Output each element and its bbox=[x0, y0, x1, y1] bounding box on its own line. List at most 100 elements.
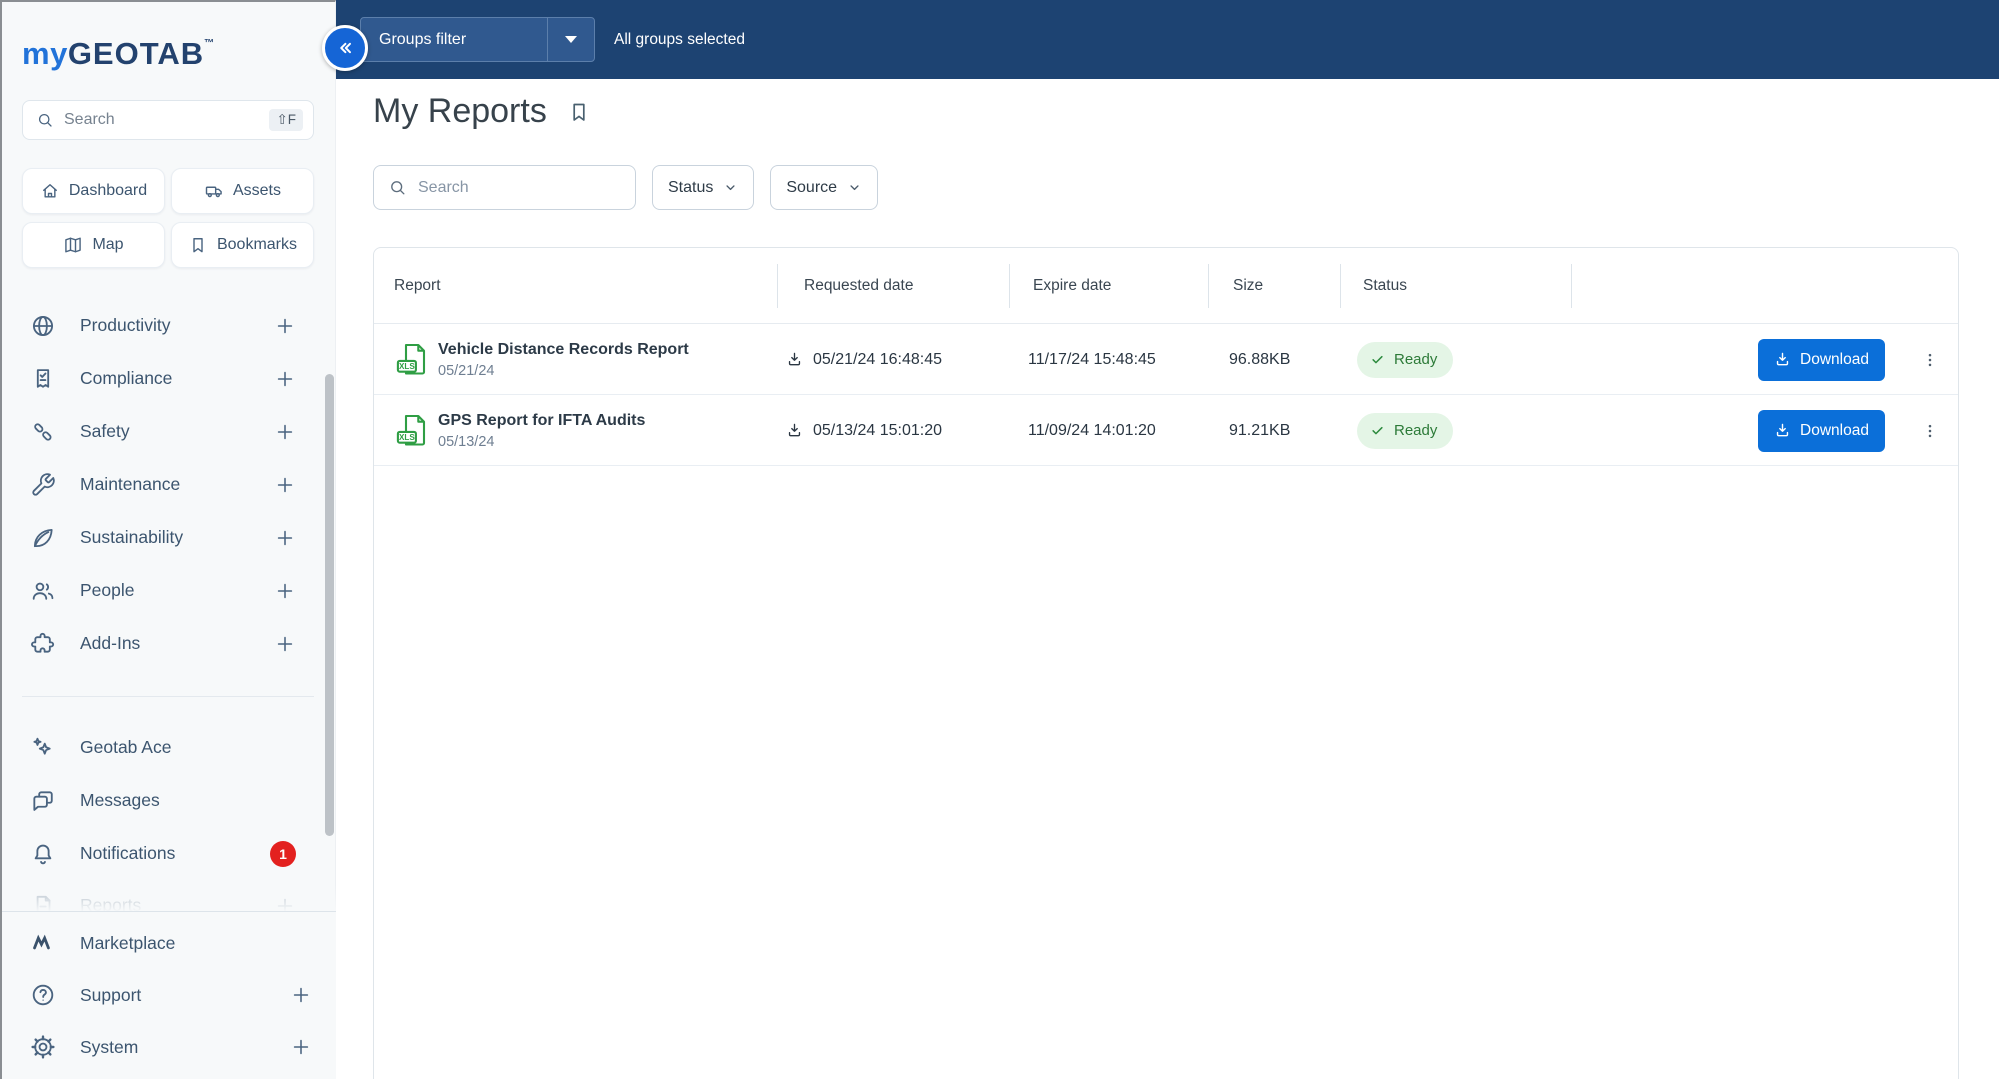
plus-icon[interactable] bbox=[274, 368, 296, 390]
sidebar-search[interactable]: ⇧F bbox=[22, 100, 314, 140]
action-cell: Download bbox=[1758, 324, 1885, 395]
truck-icon bbox=[204, 181, 224, 201]
help-icon bbox=[30, 982, 56, 1008]
sidebar-scrollbar[interactable] bbox=[325, 374, 334, 836]
sidebar-item-compliance[interactable]: Compliance bbox=[22, 352, 314, 405]
source-filter-dropdown[interactable]: Source bbox=[770, 165, 878, 210]
sidebar-item-label: Support bbox=[80, 985, 141, 1006]
groups-filter-dropdown[interactable] bbox=[548, 18, 594, 61]
bookmarks-button[interactable]: Bookmarks bbox=[171, 222, 314, 268]
sidebar: myGEOTAB™ ⇧F Dashboard Assets Map Bookma… bbox=[0, 0, 336, 1079]
row-overflow-menu-button[interactable] bbox=[1915, 342, 1945, 378]
check-icon bbox=[1370, 423, 1385, 438]
status-filter-dropdown[interactable]: Status bbox=[652, 165, 754, 210]
report-date: 05/13/24 bbox=[438, 434, 494, 450]
sidebar-item-safety[interactable]: Safety bbox=[22, 405, 314, 458]
chevron-down-icon bbox=[723, 180, 738, 195]
mygeotab-logo: myGEOTAB™ bbox=[22, 36, 215, 72]
bookmark-page-icon[interactable] bbox=[567, 100, 591, 124]
download-small-icon bbox=[786, 351, 803, 368]
reports-table-card: Report Requested date Expire date Size S… bbox=[373, 247, 1959, 1079]
groups-filter-label[interactable]: Groups filter bbox=[361, 18, 547, 61]
map-button[interactable]: Map bbox=[22, 222, 165, 268]
download-button-label: Download bbox=[1800, 351, 1869, 369]
plus-icon[interactable] bbox=[290, 984, 312, 1006]
plus-icon[interactable] bbox=[274, 527, 296, 549]
map-icon bbox=[63, 235, 83, 255]
column-header-report: Report bbox=[394, 248, 441, 324]
bookmark-icon bbox=[188, 235, 208, 255]
report-title: Vehicle Distance Records Report bbox=[438, 340, 689, 360]
report-date: 05/21/24 bbox=[438, 363, 494, 379]
download-button[interactable]: Download bbox=[1758, 410, 1885, 452]
sidebar-item-sustainability[interactable]: Sustainability bbox=[22, 511, 314, 564]
plus-icon[interactable] bbox=[274, 474, 296, 496]
leaf-icon bbox=[30, 525, 56, 551]
logo-geotab: GEOTAB bbox=[68, 36, 204, 71]
quick-buttons: Dashboard Assets Map Bookmarks bbox=[22, 168, 314, 268]
download-icon bbox=[1774, 422, 1791, 439]
column-header-status: Status bbox=[1363, 248, 1407, 324]
plus-icon[interactable] bbox=[274, 421, 296, 443]
sidebar-item-label: Messages bbox=[80, 790, 160, 811]
sidebar-item-messages[interactable]: Messages bbox=[22, 774, 314, 827]
sidebar-item-geotab-ace[interactable]: Geotab Ace bbox=[22, 721, 314, 774]
status-filter-label: Status bbox=[668, 179, 713, 197]
reports-search[interactable] bbox=[373, 165, 636, 210]
expire-date-cell: 11/09/24 14:01:20 bbox=[1028, 395, 1156, 466]
chevron-down-icon bbox=[847, 180, 862, 195]
plus-icon[interactable] bbox=[290, 1036, 312, 1058]
sidebar-search-input[interactable] bbox=[64, 111, 269, 129]
report-name-cell[interactable]: GPS Report for IFTA Audits 05/13/24 bbox=[438, 395, 645, 466]
dashboard-button[interactable]: Dashboard bbox=[22, 168, 165, 214]
puzzle-icon bbox=[30, 631, 56, 657]
header-separator bbox=[1208, 264, 1209, 308]
sidebar-item-productivity[interactable]: Productivity bbox=[22, 299, 314, 352]
page-title: My Reports bbox=[373, 92, 547, 131]
compliance-receipt-icon bbox=[30, 366, 56, 392]
sidebar-item-addins[interactable]: Add-Ins bbox=[22, 617, 314, 670]
status-cell: Ready bbox=[1357, 324, 1453, 395]
sidebar-item-support[interactable]: Support bbox=[22, 969, 314, 1021]
plus-icon[interactable] bbox=[274, 580, 296, 602]
marketplace-geotab-icon bbox=[30, 930, 56, 956]
download-small-icon bbox=[786, 422, 803, 439]
logo-my: my bbox=[22, 36, 68, 71]
xls-file-icon: XLS bbox=[394, 340, 430, 380]
sidebar-item-label: Notifications bbox=[80, 843, 175, 864]
row-overflow-menu-button[interactable] bbox=[1915, 413, 1945, 449]
all-groups-status: All groups selected bbox=[614, 0, 745, 79]
double-chevron-left-icon bbox=[335, 38, 355, 58]
report-name-cell[interactable]: Vehicle Distance Records Report 05/21/24 bbox=[438, 324, 689, 395]
check-icon bbox=[1370, 352, 1385, 367]
sidebar-item-system[interactable]: System bbox=[22, 1021, 314, 1073]
source-filter-label: Source bbox=[786, 179, 837, 197]
sidebar-item-label: Safety bbox=[80, 421, 130, 442]
sidebar-item-notifications[interactable]: Notifications 1 bbox=[22, 827, 314, 880]
plus-icon[interactable] bbox=[274, 315, 296, 337]
size-cell: 91.21KB bbox=[1229, 395, 1290, 466]
window-edge bbox=[0, 0, 2, 1079]
bell-icon bbox=[30, 841, 56, 867]
sidebar-collapse-button[interactable] bbox=[322, 25, 368, 71]
plus-icon[interactable] bbox=[274, 633, 296, 655]
reports-search-input[interactable] bbox=[418, 179, 623, 197]
sidebar-item-label: Sustainability bbox=[80, 527, 183, 548]
sidebar-item-maintenance[interactable]: Maintenance bbox=[22, 458, 314, 511]
mygeotab-app: myGEOTAB™ ⇧F Dashboard Assets Map Bookma… bbox=[0, 0, 1999, 1079]
sparkles-icon bbox=[30, 735, 56, 761]
seatbelt-icon bbox=[30, 419, 56, 445]
sidebar-item-marketplace[interactable]: Marketplace bbox=[22, 917, 314, 969]
assets-button[interactable]: Assets bbox=[171, 168, 314, 214]
kebab-menu-icon bbox=[1921, 422, 1939, 440]
groups-filter-button[interactable]: Groups filter bbox=[360, 17, 595, 62]
xls-file-icon: XLS bbox=[394, 411, 430, 451]
search-shortcut-chip: ⇧F bbox=[269, 109, 303, 131]
sidebar-item-label: Marketplace bbox=[80, 933, 175, 954]
column-header-expire-date: Expire date bbox=[1033, 248, 1111, 324]
download-button[interactable]: Download bbox=[1758, 339, 1885, 381]
report-title: GPS Report for IFTA Audits bbox=[438, 411, 645, 431]
status-badge: Ready bbox=[1357, 413, 1453, 449]
sidebar-item-people[interactable]: People bbox=[22, 564, 314, 617]
file-type-cell: XLS bbox=[394, 395, 430, 466]
